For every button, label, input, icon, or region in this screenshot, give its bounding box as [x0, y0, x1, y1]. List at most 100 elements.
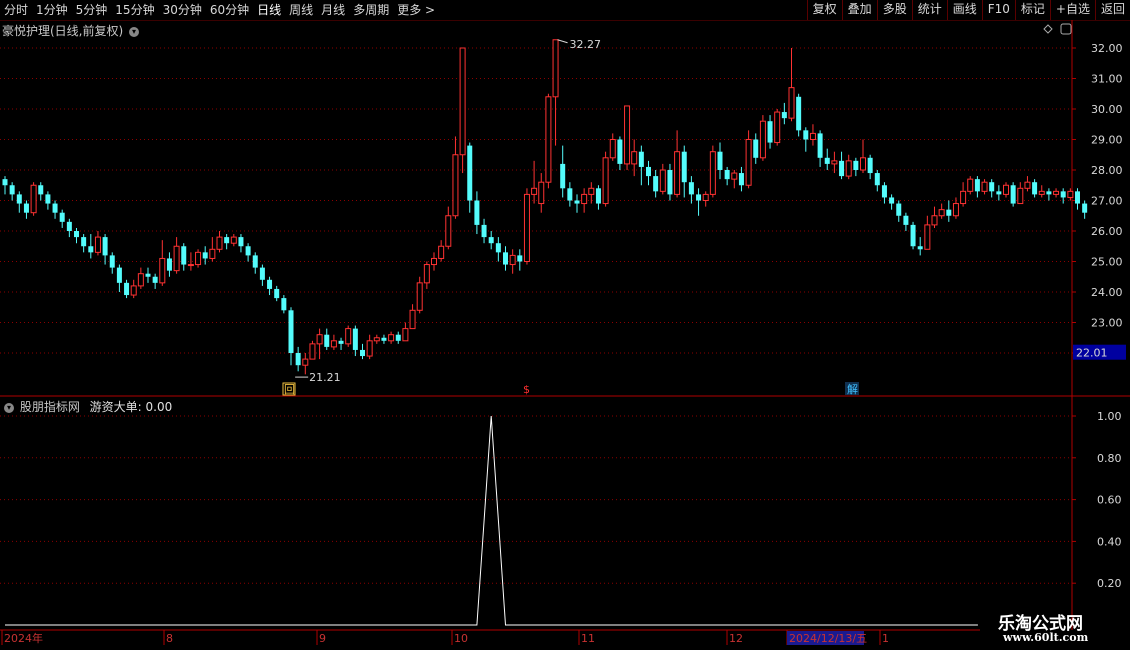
candle-body [688, 182, 694, 195]
candle-body [187, 264, 194, 267]
candle-body [767, 121, 773, 143]
candle-body [681, 151, 687, 183]
candle-body [288, 310, 294, 353]
candle [881, 182, 887, 204]
candle [159, 240, 166, 286]
candle-body [274, 288, 280, 299]
candle-body [102, 237, 108, 256]
candle [602, 151, 609, 207]
candle-body [717, 151, 723, 170]
candle-body [224, 237, 230, 244]
candle-body [467, 145, 473, 201]
candle [109, 252, 115, 274]
candle [102, 234, 108, 265]
candle [94, 231, 101, 256]
candle-body [839, 160, 845, 177]
candle-body [230, 236, 237, 244]
candle [931, 206, 938, 228]
candle-body [159, 257, 166, 284]
candle-body [438, 245, 445, 259]
candle [423, 261, 430, 289]
candle-body [989, 182, 995, 192]
candle-body [860, 157, 866, 171]
candle-body [173, 245, 180, 272]
x-tick-label: 2024年 [4, 631, 43, 645]
candle [209, 237, 216, 262]
candle [173, 237, 180, 274]
candle-body [910, 224, 916, 247]
candle-body [238, 237, 244, 247]
candle-body [488, 237, 494, 244]
candle-body [574, 200, 580, 204]
candle-body [631, 151, 638, 165]
candle-body [1046, 191, 1052, 195]
candle [1024, 176, 1031, 192]
candle-body [889, 197, 895, 204]
x-tick-label: 9 [319, 632, 326, 645]
candle [30, 182, 37, 216]
candle [845, 154, 852, 180]
candle [989, 179, 995, 198]
candle [116, 264, 122, 292]
candle-body [431, 257, 437, 266]
diamond-icon [1043, 24, 1053, 34]
candle-body [495, 243, 501, 253]
high-pointer [557, 39, 568, 44]
candle [781, 102, 787, 125]
candle [360, 343, 365, 360]
candle [581, 188, 588, 213]
candle-body [402, 328, 409, 342]
candle-body [853, 160, 859, 170]
candle [667, 163, 673, 201]
candle [809, 124, 816, 146]
candle-body [803, 130, 809, 140]
candle-body [352, 328, 358, 350]
candle [796, 93, 802, 137]
candle-body [245, 246, 251, 256]
candle [16, 191, 22, 213]
candle [9, 182, 15, 201]
candle-body [724, 170, 730, 180]
candle-body [796, 96, 802, 131]
candle [545, 93, 552, 189]
candle-body [88, 246, 94, 253]
candle-body [824, 157, 830, 164]
candle [152, 273, 158, 289]
candle-body [281, 298, 287, 311]
y-tick-label: 0.40 [1097, 535, 1122, 548]
candle-body [967, 178, 974, 192]
candle [974, 176, 980, 198]
candle-body [523, 193, 530, 262]
candle-body [52, 203, 58, 213]
candle-body [881, 185, 887, 198]
candle [295, 346, 301, 372]
candle-body [216, 236, 223, 250]
candle-body [81, 237, 87, 247]
kline-chart[interactable]: 32.00 31.00 30.00 29.00 28.00 27.00 26.00 25.00… [0, 0, 1130, 650]
candle [1032, 179, 1038, 198]
candle [924, 215, 931, 250]
candle-body [1075, 191, 1080, 204]
candle-body [316, 334, 323, 345]
candle [474, 191, 480, 235]
candle [753, 133, 759, 164]
candle [609, 133, 616, 161]
candle [66, 218, 72, 238]
candle-body [653, 176, 659, 192]
candle-body [295, 353, 301, 366]
candle-body [903, 215, 909, 225]
candle [788, 48, 795, 122]
y-tick-label: 30.00 [1091, 103, 1123, 116]
candle-body [360, 349, 365, 357]
candle [981, 179, 988, 195]
candle [259, 264, 265, 286]
candle-body [66, 221, 72, 231]
candle [216, 231, 223, 253]
candle [224, 234, 230, 250]
candle-body [981, 181, 988, 192]
candle [267, 276, 273, 296]
candle-body [124, 282, 130, 296]
y-tick-label: 24.00 [1091, 286, 1123, 299]
candle [1017, 182, 1024, 205]
candle [445, 206, 452, 250]
